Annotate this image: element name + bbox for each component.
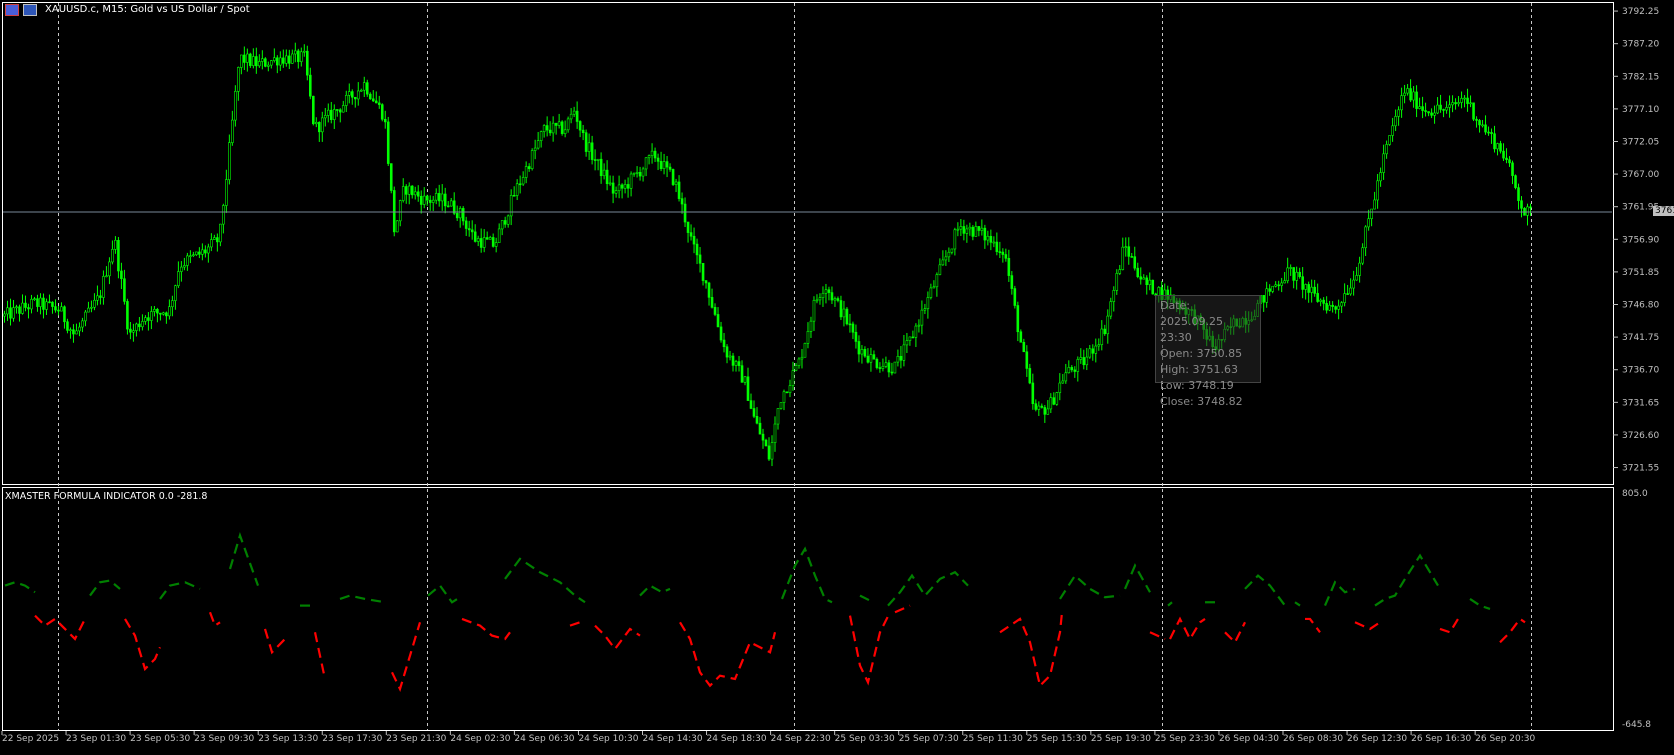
time-tick-label: 23 Sep 17:30 xyxy=(322,734,382,744)
time-tick-label: 25 Sep 23:30 xyxy=(1155,734,1215,744)
price-tick-label: 3726.60 xyxy=(1622,431,1659,441)
price-tick-label: 3787.20 xyxy=(1622,40,1659,50)
price-tick-label: 3751.85 xyxy=(1622,268,1659,278)
candle xyxy=(803,342,807,358)
price-tick-label: 3746.80 xyxy=(1622,301,1659,311)
ohlc-tooltip: Date: 2025.09.25 23:30 Open: 3750.85 Hig… xyxy=(1155,295,1261,408)
tooltip-close: Close: 3748.82 xyxy=(1160,395,1243,408)
candle xyxy=(560,120,564,136)
chart-close-icon[interactable] xyxy=(23,4,37,16)
candle xyxy=(671,168,675,186)
price-tick-label: 3772.05 xyxy=(1622,137,1659,147)
price-tick-label: 3721.55 xyxy=(1622,464,1659,474)
price-tick-label: 3756.90 xyxy=(1622,235,1659,245)
candle xyxy=(389,163,393,194)
time-tick-label: 25 Sep 19:30 xyxy=(1091,734,1151,744)
candle xyxy=(264,57,267,68)
tooltip-open: Open: 3750.85 xyxy=(1160,347,1243,360)
time-tick-label: 23 Sep 09:30 xyxy=(194,734,254,744)
candle xyxy=(234,85,237,127)
candle xyxy=(779,402,783,410)
time-tick-label: 26 Sep 04:30 xyxy=(1219,734,1279,744)
candle xyxy=(126,298,129,335)
indicator-scale-top: 805.0 xyxy=(1622,489,1648,499)
chart-canvas[interactable]: 3792.25 3787.20 3782.15 3777.10 3772.05 3767.… xyxy=(0,0,1674,751)
candle xyxy=(311,95,315,126)
price-tick-label: 3777.10 xyxy=(1622,105,1659,115)
time-tick-label: 23 Sep 05:30 xyxy=(130,734,190,744)
candle xyxy=(392,186,396,237)
candle xyxy=(1151,279,1155,295)
price-tick-label: 3767.00 xyxy=(1622,170,1659,180)
candle xyxy=(1472,102,1475,122)
time-tick-label: 22 Sep 2025 xyxy=(2,734,59,744)
current-price-label: 3761.12 xyxy=(1653,206,1674,217)
time-tick-label: 23 Sep 01:30 xyxy=(66,734,126,744)
indicator-scale-bottom: -645.8 xyxy=(1622,720,1651,730)
indicator-title: XMASTER FORMULA INDICATOR 0.0 -281.8 xyxy=(5,491,208,502)
candle xyxy=(1388,135,1391,146)
candle xyxy=(1514,174,1517,190)
candle xyxy=(764,438,768,447)
candle xyxy=(395,220,399,233)
time-tick-label: 24 Sep 18:30 xyxy=(707,734,767,744)
trading-chart-window[interactable]: 3792.25 3787.20 3782.15 3777.10 3772.05 3767.… xyxy=(0,0,1674,751)
candle xyxy=(893,361,897,374)
candle xyxy=(380,103,384,122)
chart-title-bar: XAUUSD.c, M15: Gold vs US Dollar / Spot xyxy=(5,4,250,16)
time-tick-label: 23 Sep 21:30 xyxy=(386,734,446,744)
time-tick-label: 23 Sep 13:30 xyxy=(258,734,318,744)
candle xyxy=(1523,207,1526,216)
candle xyxy=(249,52,252,68)
price-tick-label: 3782.15 xyxy=(1622,72,1659,82)
time-tick-label: 25 Sep 11:30 xyxy=(963,734,1023,744)
time-tick-label: 24 Sep 02:30 xyxy=(450,734,510,744)
time-tick-label: 24 Sep 10:30 xyxy=(578,734,638,744)
candle xyxy=(306,45,309,81)
symbol-title: XAUUSD.c, M15: Gold vs US Dollar / Spot xyxy=(45,4,250,15)
candle xyxy=(845,307,849,326)
time-tick-label: 26 Sep 08:30 xyxy=(1283,734,1343,744)
time-tick-label: 26 Sep 20:30 xyxy=(1475,734,1535,744)
chart-window-icon[interactable] xyxy=(5,4,19,16)
candle xyxy=(530,148,534,171)
tooltip-date: Date: 2025.09.25 23:30 xyxy=(1160,299,1223,344)
time-tick-label: 25 Sep 15:30 xyxy=(1027,734,1087,744)
time-tick-label: 26 Sep 12:30 xyxy=(1347,734,1407,744)
price-tick-label: 3792.25 xyxy=(1622,7,1659,17)
candle xyxy=(875,357,879,370)
time-tick-label: 26 Sep 16:30 xyxy=(1411,734,1471,744)
candle xyxy=(1055,391,1059,406)
price-tick-label: 3736.70 xyxy=(1622,366,1659,376)
time-tick-label: 24 Sep 06:30 xyxy=(514,734,574,744)
time-tick-label: 24 Sep 14:30 xyxy=(643,734,703,744)
price-tick-label: 3731.65 xyxy=(1622,398,1659,408)
tooltip-low: Low: 3748.19 xyxy=(1160,379,1234,392)
candle xyxy=(386,116,390,166)
price-tick-label: 3741.75 xyxy=(1622,333,1659,343)
time-tick-label: 25 Sep 03:30 xyxy=(835,734,895,744)
time-tick-label: 24 Sep 22:30 xyxy=(771,734,831,744)
time-tick-label: 25 Sep 07:30 xyxy=(899,734,959,744)
tooltip-high: High: 3751.63 xyxy=(1160,363,1238,376)
candle xyxy=(1013,285,1017,309)
